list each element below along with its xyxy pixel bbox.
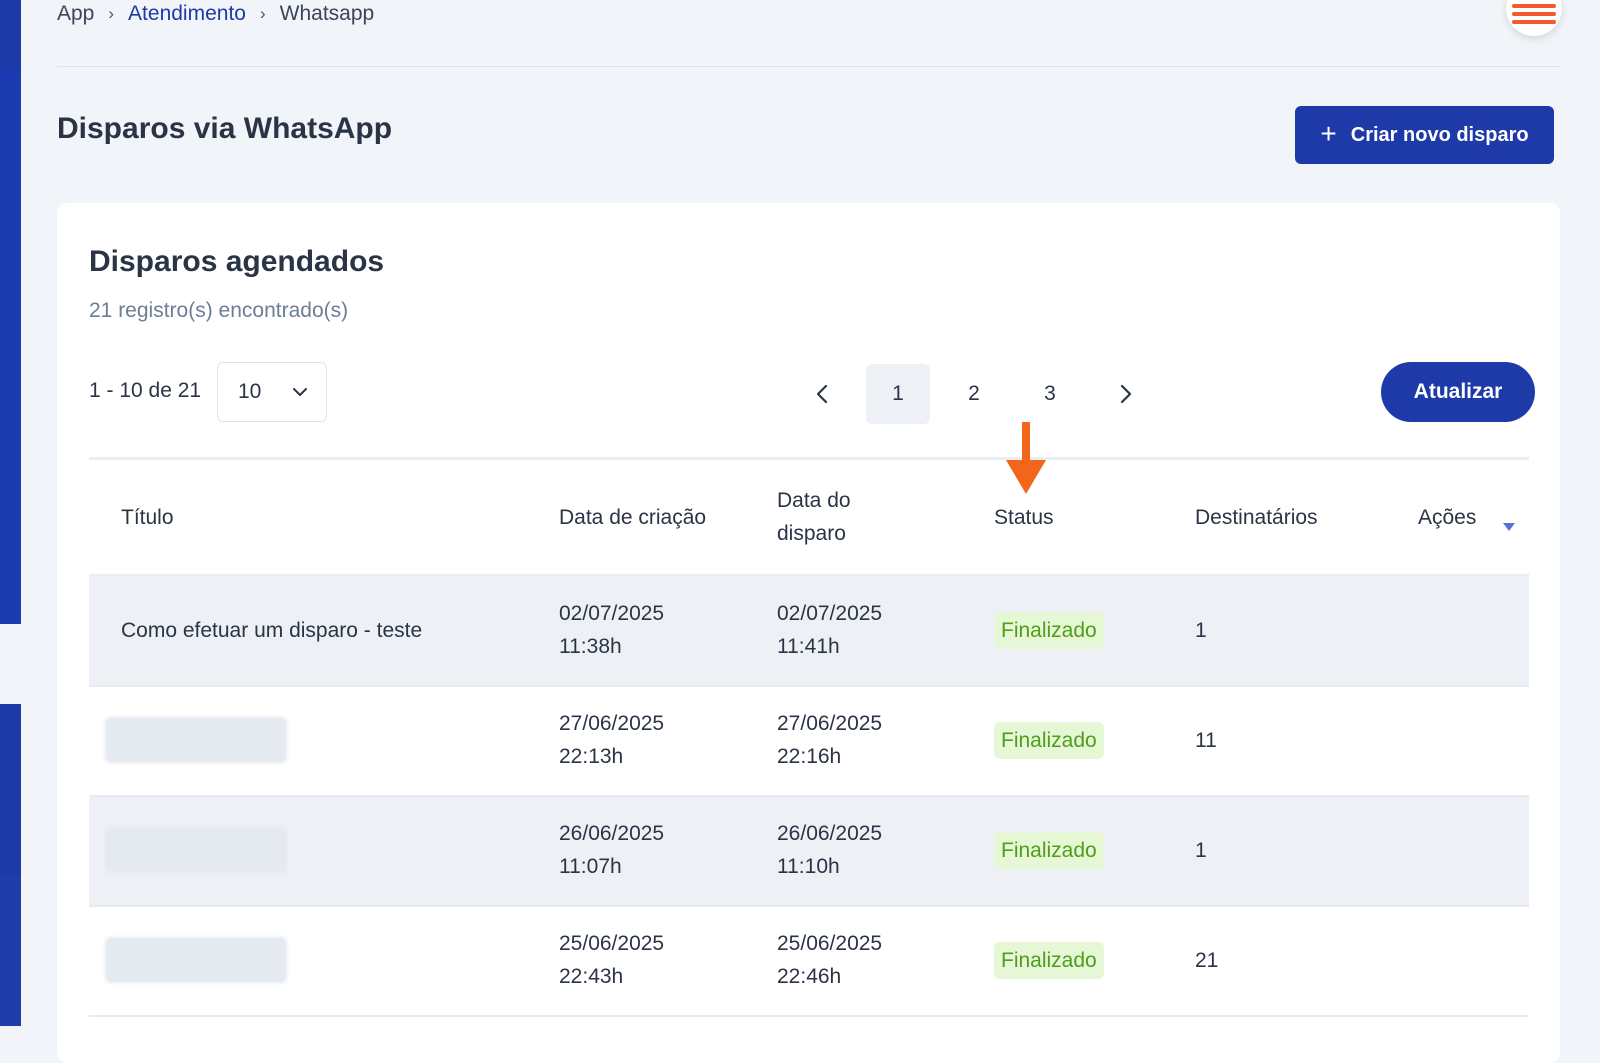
annotation-arrow-icon [1006, 422, 1046, 494]
page-button-2[interactable]: 2 [942, 364, 1006, 424]
status-badge: Finalizado [994, 721, 1104, 759]
records-count: 21 registro(s) encontrado(s) [89, 299, 349, 322]
row-created: 27/06/2025 22:13h [559, 687, 664, 793]
sidebar-edge [0, 876, 21, 1026]
row-sent: 27/06/2025 22:16h [777, 687, 882, 793]
sent-date: 27/06/2025 [777, 712, 883, 735]
chevron-right-icon: › [259, 4, 266, 23]
dispatches-table: Título Data de criação Data do disparo S… [89, 457, 1529, 1017]
sent-time: 22:16h [777, 745, 842, 768]
breadcrumb-section-link[interactable]: Atendimento [128, 2, 246, 26]
chevron-right-icon: › [108, 4, 115, 23]
row-sent: 02/07/2025 11:41h [777, 577, 882, 683]
created-date: 25/06/2025 [559, 932, 665, 955]
table-row[interactable]: 26/06/2025 11:07h 26/06/2025 11:10h Finali… [89, 797, 1529, 907]
sent-date: 02/07/2025 [777, 602, 883, 625]
column-header-actions[interactable]: Ações [1418, 460, 1476, 574]
chevron-left-icon [816, 384, 828, 404]
sent-time: 11:41h [777, 635, 840, 658]
sort-caret-icon[interactable] [1502, 522, 1516, 532]
column-header-recipients[interactable]: Destinatários [1195, 460, 1318, 574]
row-created: 25/06/2025 22:43h [559, 907, 664, 1013]
breadcrumb-root[interactable]: App [57, 2, 94, 26]
pagination: 1 2 3 [790, 364, 1170, 424]
column-header-created[interactable]: Data de criação [559, 460, 709, 574]
sent-date: 26/06/2025 [777, 822, 883, 845]
chevron-down-icon [293, 388, 307, 396]
status-badge: Finalizado [994, 831, 1104, 869]
created-date: 27/06/2025 [559, 712, 665, 735]
plus-icon: + [1320, 117, 1337, 149]
row-title: Como efetuar um disparo - teste [121, 618, 423, 642]
table-row[interactable]: 25/06/2025 22:43h 25/06/2025 22:46h Finali… [89, 907, 1529, 1017]
hamburger-icon [1512, 4, 1556, 24]
created-date: 02/07/2025 [559, 602, 665, 625]
column-header-title[interactable]: Título [121, 460, 174, 574]
chevron-right-icon [1120, 384, 1132, 404]
create-new-dispatch-label: Criar novo disparo [1350, 123, 1529, 146]
sidebar-edge [0, 704, 21, 876]
row-created: 02/07/2025 11:38h [559, 577, 664, 683]
status-badge: Finalizado [994, 611, 1104, 649]
menu-button[interactable] [1506, 0, 1562, 36]
row-sent: 25/06/2025 22:46h [777, 907, 882, 1013]
table-row[interactable]: Como efetuar um disparo - teste 02/07/20… [89, 577, 1529, 687]
sent-time: 22:46h [777, 965, 842, 988]
row-recipients: 1 [1195, 618, 1207, 642]
row-sent: 26/06/2025 11:10h [777, 797, 882, 903]
table-header: Título Data de criação Data do disparo S… [89, 457, 1529, 577]
created-time: 11:07h [559, 855, 622, 878]
page-size-select[interactable]: 10 [217, 362, 327, 422]
row-status: Finalizado [994, 797, 1104, 903]
created-time: 22:43h [559, 965, 624, 988]
create-new-dispatch-button[interactable]: + Criar novo disparo [1295, 106, 1554, 164]
breadcrumb: App › Atendimento › Whatsapp [57, 0, 374, 28]
page-size-value: 10 [238, 380, 262, 403]
sidebar-edge [0, 68, 21, 624]
redacted-title [105, 717, 287, 763]
next-page-button[interactable] [1094, 364, 1158, 424]
card-title: Disparos agendados [89, 245, 385, 278]
created-time: 22:13h [559, 745, 624, 768]
divider [57, 66, 1560, 67]
sidebar-edge [0, 0, 21, 68]
row-recipients: 21 [1195, 948, 1219, 972]
sent-time: 11:10h [777, 855, 840, 878]
breadcrumb-current: Whatsapp [279, 2, 375, 25]
status-badge: Finalizado [994, 941, 1104, 979]
column-header-sent[interactable]: Data do disparo [777, 460, 907, 574]
page-title: Disparos via WhatsApp [57, 112, 393, 145]
page-button-3[interactable]: 3 [1018, 364, 1082, 424]
refresh-button[interactable]: Atualizar [1381, 362, 1535, 422]
table-row[interactable]: 27/06/2025 22:13h 27/06/2025 22:16h Finali… [89, 687, 1529, 797]
created-time: 11:38h [559, 635, 622, 658]
row-status: Finalizado [994, 687, 1104, 793]
redacted-title [105, 827, 287, 873]
created-date: 26/06/2025 [559, 822, 665, 845]
row-status: Finalizado [994, 907, 1104, 1013]
row-recipients: 11 [1195, 728, 1217, 752]
row-status: Finalizado [994, 577, 1104, 683]
sent-date: 25/06/2025 [777, 932, 883, 955]
redacted-title [105, 937, 287, 983]
row-recipients: 1 [1195, 838, 1207, 862]
row-created: 26/06/2025 11:07h [559, 797, 664, 903]
page-button-1[interactable]: 1 [866, 364, 930, 424]
previous-page-button[interactable] [790, 364, 854, 424]
pagination-range: 1 - 10 de 21 [89, 379, 202, 402]
scheduled-dispatches-card: Disparos agendados 21 registro(s) encont… [57, 203, 1560, 1063]
